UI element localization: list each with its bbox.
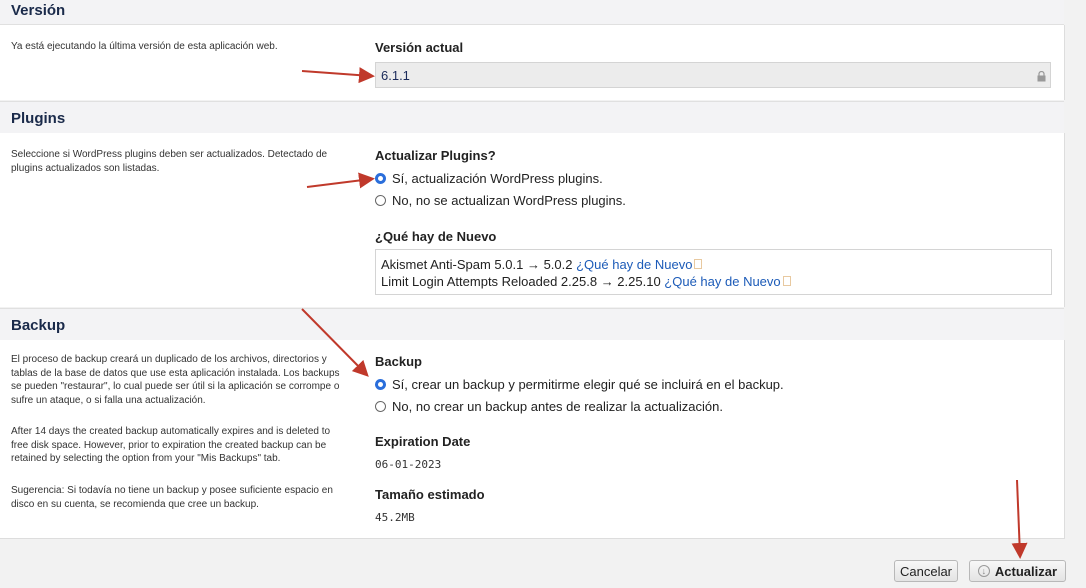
annotation-arrow (301, 67, 375, 84)
annotation-arrow (306, 172, 375, 189)
annotation-arrows (301, 67, 1028, 559)
annotation-arrow (1011, 479, 1028, 559)
annotation-arrow (301, 308, 369, 377)
